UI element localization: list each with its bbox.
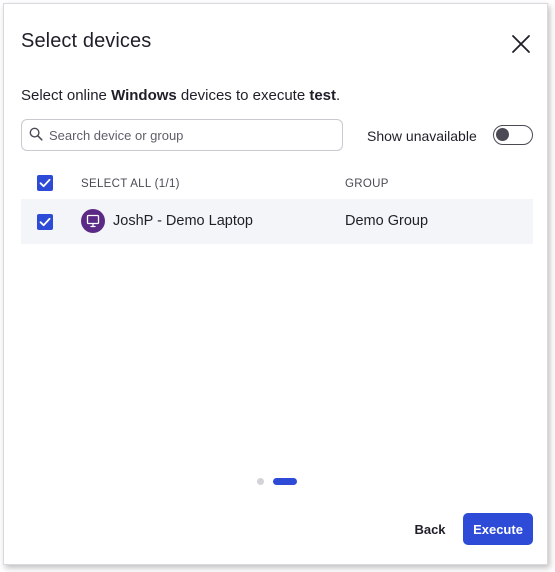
pagination-dot-1[interactable] [257, 478, 264, 485]
search-box [21, 119, 343, 151]
pagination-dot-2[interactable] [273, 478, 297, 485]
monitor-icon [86, 214, 100, 228]
device-row-checkbox[interactable] [37, 214, 53, 230]
device-row[interactable]: JoshP - Demo Laptop Demo Group [21, 199, 533, 244]
show-unavailable-label: Show unavailable [367, 128, 477, 144]
device-name: JoshP - Demo Laptop [113, 213, 253, 229]
check-icon [39, 178, 51, 188]
show-unavailable-toggle[interactable] [493, 125, 533, 145]
subtitle-prefix: Select online [21, 87, 112, 104]
select-all-checkbox[interactable] [37, 175, 53, 191]
subtitle-suffix: . [336, 87, 341, 104]
execute-button[interactable]: Execute [463, 513, 533, 545]
dialog-title: Select devices [21, 30, 152, 52]
check-icon [39, 217, 51, 227]
search-input[interactable] [49, 120, 337, 150]
select-all-header[interactable]: SELECT ALL (1/1) [81, 178, 180, 190]
dialog-subtitle: Select online Windows devices to execute… [21, 87, 340, 104]
group-column-header: GROUP [345, 178, 389, 190]
subtitle-script: test [309, 87, 337, 104]
close-icon[interactable] [509, 32, 533, 56]
subtitle-os: Windows [111, 87, 177, 104]
toggle-knob [496, 128, 509, 141]
select-devices-dialog: Select devices Select online Windows dev… [3, 3, 548, 565]
back-button[interactable]: Back [406, 516, 454, 542]
subtitle-middle: devices to execute [176, 87, 310, 104]
search-icon [29, 127, 43, 141]
device-group: Demo Group [345, 213, 429, 229]
device-avatar [81, 209, 105, 233]
